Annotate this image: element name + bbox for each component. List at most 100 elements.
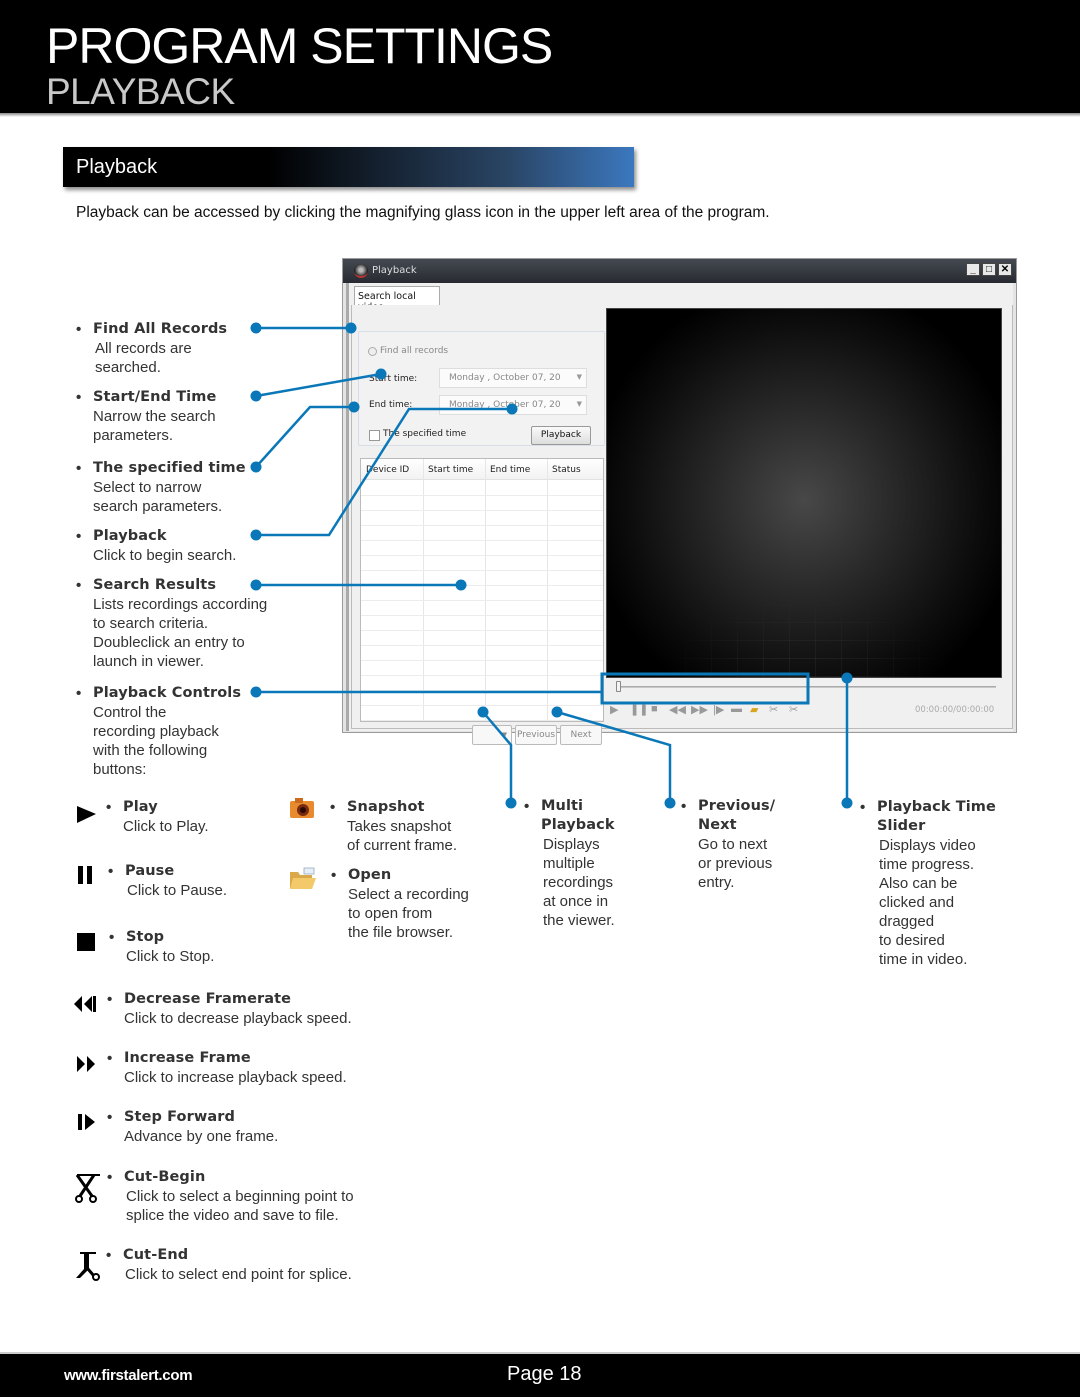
legend-cut-end: • Cut-End Click to select end point for …: [106, 1247, 352, 1283]
chevron-down-icon: ▼: [576, 400, 582, 408]
page-header: PROGRAM SETTINGS PLAYBACK: [0, 0, 1080, 113]
viewer-background-grid: [607, 537, 1001, 677]
column-divider: [485, 459, 486, 721]
legend-play: • Play Click to Play.: [106, 799, 209, 835]
find-all-records-radio[interactable]: [368, 347, 377, 356]
minimize-button[interactable]: _: [966, 263, 980, 276]
table-row[interactable]: [361, 510, 603, 511]
specified-time-checkbox[interactable]: [369, 430, 380, 441]
table-row[interactable]: [361, 555, 603, 556]
page-title: PROGRAM SETTINGS: [46, 18, 553, 74]
search-group: Find all records Start time: Monday , Oc…: [358, 331, 605, 446]
table-row[interactable]: [361, 720, 603, 721]
multi-playback-select[interactable]: ▼: [472, 725, 512, 745]
rewind-icon[interactable]: ◀◀: [669, 703, 686, 716]
multi-window-icon[interactable]: ▬: [731, 703, 742, 715]
folder-icon[interactable]: ▰: [750, 703, 758, 716]
legend-snapshot: • Snapshot Takes snapshot of current fra…: [330, 799, 458, 854]
tab-search-local-video[interactable]: Search local video: [354, 286, 440, 313]
video-viewer[interactable]: [606, 308, 1002, 678]
table-row[interactable]: [361, 585, 603, 586]
table-row[interactable]: [361, 525, 603, 526]
step-forward-icon[interactable]: |▶: [713, 703, 724, 716]
start-time-picker[interactable]: Monday , October 07, 20 ▼: [439, 368, 587, 388]
table-row[interactable]: [361, 600, 603, 601]
folder-icon: [290, 867, 316, 889]
cut-end-icon[interactable]: ✂: [789, 703, 798, 716]
start-time-value: Monday , October 07, 20: [449, 373, 561, 383]
annotation-find-all-records: • Find All Records All records are searc…: [76, 321, 228, 376]
callout-specified: [255, 405, 354, 468]
annotation-previous-next: • Previous/ Next Go to next or previous …: [681, 798, 776, 891]
chevron-down-icon: ▼: [501, 731, 507, 739]
close-button[interactable]: ✕: [998, 263, 1012, 276]
cut-begin-icon[interactable]: ✂: [769, 703, 778, 716]
table-row[interactable]: [361, 540, 603, 541]
legend-cut-begin: • Cut-Begin Click to select a beginning …: [107, 1169, 354, 1224]
cut-begin-icon: [75, 1174, 100, 1203]
end-time-picker[interactable]: Monday , October 07, 20 ▼: [439, 395, 587, 415]
stop-icon: [77, 933, 95, 951]
timecode: 00:00:00/00:00:00: [915, 705, 995, 715]
legend-open: • Open Select a recording to open from t…: [331, 867, 469, 941]
cut-end-icon: [76, 1252, 100, 1281]
fast-forward-icon[interactable]: ▶▶: [691, 703, 708, 716]
previous-button[interactable]: Previous: [515, 725, 557, 745]
window-title: Playback: [372, 265, 417, 276]
table-row[interactable]: [361, 495, 603, 496]
page-number: Page 18: [507, 1363, 582, 1385]
step-forward-icon: [78, 1114, 95, 1130]
legend-pause: • Pause Click to Pause.: [108, 863, 228, 899]
column-header-start-time[interactable]: Start time: [428, 465, 473, 475]
table-row[interactable]: [361, 675, 603, 676]
annotation-start-end-time: • Start/End Time Narrow the search param…: [76, 389, 217, 444]
table-row[interactable]: [361, 690, 603, 691]
chevron-down-icon: ▼: [576, 373, 582, 381]
end-time-label: End time:: [369, 400, 413, 410]
legend-stop: • Stop Click to Stop.: [109, 929, 215, 965]
play-icon: [77, 806, 96, 823]
column-divider: [547, 459, 548, 721]
legend-decrease-framerate: • Decrease Framerate Click to decrease p…: [107, 991, 352, 1027]
next-button[interactable]: Next: [560, 725, 602, 745]
column-divider: [423, 459, 424, 721]
pause-icon[interactable]: ❚❚: [630, 703, 648, 716]
page-footer: www.firstalert.com Page 18: [0, 1352, 1080, 1397]
find-all-records-label: Find all records: [380, 346, 449, 356]
section-header: Playback: [63, 147, 634, 187]
playback-search-button[interactable]: Playback: [531, 426, 591, 445]
intro-text: Playback can be accessed by clicking the…: [76, 204, 770, 221]
app-icon: [354, 264, 368, 278]
table-row[interactable]: [361, 645, 603, 646]
play-icon[interactable]: ▶: [610, 703, 618, 716]
camera-icon: [290, 798, 314, 818]
column-header-end-time[interactable]: End time: [490, 465, 530, 475]
legend-step-forward: • Step Forward Advance by one frame.: [107, 1109, 279, 1145]
annotation-playback: • Playback Click to begin search.: [76, 528, 237, 564]
table-row[interactable]: [361, 705, 603, 706]
column-header-device-id[interactable]: Device ID: [366, 465, 409, 475]
annotation-playback-time-slider: • Playback Time Slider Displays video ti…: [860, 799, 996, 968]
table-row[interactable]: [361, 660, 603, 661]
window-titlebar: Playback _ □ ✕: [343, 259, 1016, 283]
specified-time-label: The specified time: [383, 429, 467, 439]
start-time-label: Start time:: [369, 374, 418, 384]
playback-time-slider[interactable]: [616, 686, 996, 688]
table-row[interactable]: [361, 630, 603, 631]
annotation-specified-time: • The specified time Select to narrow se…: [76, 460, 246, 515]
search-results-table[interactable]: Device ID Start time End time Status: [360, 458, 604, 722]
maximize-button[interactable]: □: [982, 263, 996, 276]
stop-icon[interactable]: ■: [651, 703, 658, 715]
table-row[interactable]: [361, 615, 603, 616]
end-time-value: Monday , October 07, 20: [449, 400, 561, 410]
column-header-status[interactable]: Status: [552, 465, 581, 475]
header-divider: [0, 113, 1080, 117]
website-link[interactable]: www.firstalert.com: [64, 1367, 193, 1384]
rewind-icon: [74, 996, 96, 1012]
table-row[interactable]: [361, 570, 603, 571]
annotation-search-results: • Search Results Lists recordings accord…: [76, 577, 268, 670]
page-subtitle: PLAYBACK: [46, 71, 235, 112]
slider-thumb[interactable]: [616, 681, 621, 692]
pause-icon: [78, 866, 92, 884]
table-header: Device ID Start time End time Status: [361, 459, 603, 480]
